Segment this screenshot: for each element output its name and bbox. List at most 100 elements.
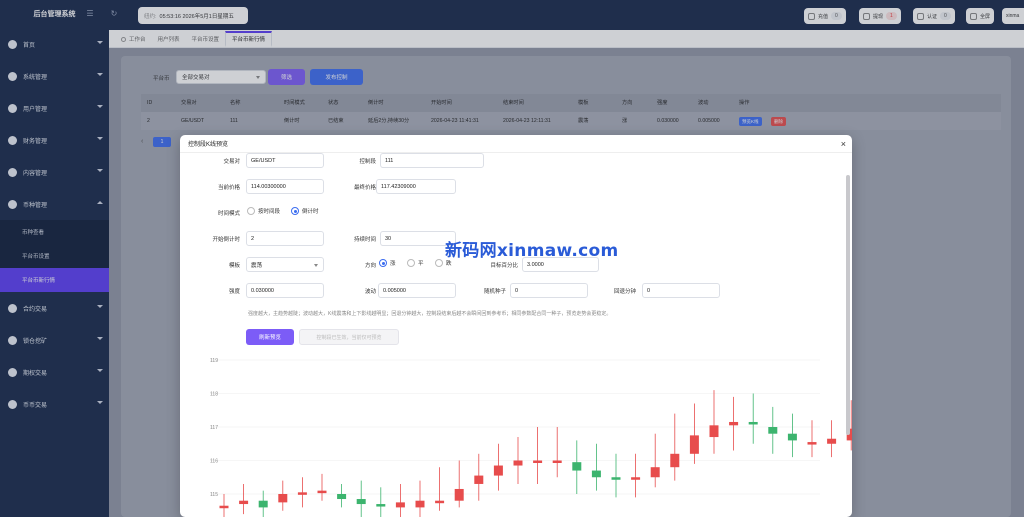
template-select[interactable]: 震荡: [246, 257, 324, 272]
menu-toggle-icon[interactable]: ☰: [85, 9, 95, 19]
direction-flat-radio[interactable]: 平: [407, 259, 424, 267]
cell-template: 震荡: [578, 118, 589, 124]
control-table: ID 交易对 名称 时间模式 状态 倒计时 开始时间 结束时间 模板 方向 强度…: [141, 94, 1001, 134]
current-price-field[interactable]: 114.00300000: [246, 179, 324, 194]
candle: [454, 460, 464, 508]
sidebar: 后台管理系统 首页 系统管理 用户管理 财务管理 内容管理 币种管理 币种查看 …: [0, 0, 109, 517]
tab-dashboard[interactable]: 工作台: [115, 31, 152, 47]
mode-by-period-radio[interactable]: 按时间段: [247, 207, 280, 215]
withdraw-label: 提现: [873, 13, 884, 20]
radio-icon: [247, 207, 255, 215]
random-seed-field[interactable]: 0: [510, 283, 588, 298]
sidebar-item-label: 内容管理: [23, 170, 48, 177]
radio-checked-icon: [379, 259, 387, 267]
pair-field[interactable]: GE/USDT: [246, 153, 324, 168]
cell-end-time: 2026-04-23 12:11:31: [503, 118, 551, 124]
cell-pair: GE/USDT: [181, 118, 205, 124]
withdraw-button[interactable]: 提现 1: [859, 8, 901, 24]
sidebar-item-home[interactable]: 首页: [0, 28, 109, 60]
delete-button[interactable]: 删除: [771, 117, 786, 126]
candle-body: [787, 433, 797, 441]
filter-button[interactable]: 筛选: [268, 69, 305, 85]
user-menu-button[interactable]: xinma: [1002, 8, 1024, 24]
sidebar-subitem-platform-settings[interactable]: 平台币设置: [0, 244, 109, 268]
candle: [395, 483, 405, 517]
wallet-icon: [8, 135, 17, 145]
lock-icon: [8, 335, 17, 345]
col-actions: 操作: [739, 100, 750, 106]
candle: [493, 443, 503, 491]
candle-body: [493, 465, 503, 476]
sidebar-item-system[interactable]: 系统管理: [0, 60, 109, 92]
tab-platform-settings[interactable]: 平台币设置: [186, 31, 226, 47]
candle-body: [631, 477, 641, 480]
close-icon[interactable]: ×: [841, 139, 846, 149]
cell-strength: 0.030000: [657, 118, 679, 124]
candle-body: [474, 475, 484, 484]
sidebar-subitem-coin-view[interactable]: 币种查看: [0, 220, 109, 244]
candle: [317, 473, 327, 501]
col-start-time: 开始时间: [431, 100, 452, 106]
candle-body: [650, 467, 660, 478]
cell-name: 111: [230, 118, 238, 124]
verify-button[interactable]: 认证 0: [913, 8, 955, 24]
strength-field[interactable]: 0.030000: [246, 283, 324, 298]
sidebar-item-content[interactable]: 内容管理: [0, 156, 109, 188]
candle: [670, 413, 680, 481]
candle: [337, 483, 347, 508]
control-name-field[interactable]: 111: [380, 153, 484, 168]
username-label: xinma: [1006, 13, 1020, 19]
col-name: 名称: [230, 100, 241, 106]
fullscreen-icon: [970, 12, 977, 20]
random-seed-label: 随机种子: [483, 289, 506, 295]
sidebar-item-coins[interactable]: 币种管理: [0, 188, 109, 220]
sidebar-item-contract[interactable]: 合约交易: [0, 292, 109, 324]
candle: [807, 420, 817, 458]
refresh-preview-button[interactable]: 刷新预览: [246, 329, 294, 345]
tab-new-market[interactable]: 平台币新行情: [225, 31, 273, 47]
recharge-label: 充值: [818, 13, 829, 20]
candle-body: [572, 462, 582, 471]
candle-body: [337, 494, 347, 500]
sidebar-item-options[interactable]: 期权交易: [0, 356, 109, 388]
pair-select[interactable]: 全部交易对: [176, 70, 266, 84]
return-minutes-label: 回退分钟: [613, 289, 636, 295]
candle: [474, 453, 484, 501]
candle-body: [807, 442, 817, 445]
sidebar-item-staking[interactable]: 锁仓挖矿: [0, 324, 109, 356]
recharge-button[interactable]: 充值 0: [804, 8, 846, 24]
final-price-field[interactable]: 117.42309000: [376, 179, 456, 194]
sidebar-item-users[interactable]: 用户管理: [0, 92, 109, 124]
candle-body: [709, 425, 719, 438]
prev-page-icon[interactable]: ‹: [141, 138, 143, 145]
fullscreen-label: 全屏: [980, 13, 991, 20]
sidebar-item-label: 期权交易: [23, 370, 48, 377]
final-price-label: 最终价格: [353, 185, 376, 191]
candle: [239, 483, 249, 515]
candle: [768, 406, 778, 454]
direction-up-radio[interactable]: 涨: [379, 259, 396, 267]
start-countdown-label: 开始倒计时: [212, 237, 240, 243]
page-1-button[interactable]: 1: [153, 137, 171, 147]
chevron-down-icon: [97, 401, 103, 404]
start-countdown-field[interactable]: 2: [246, 231, 324, 246]
wave-field[interactable]: 0.005000: [378, 283, 456, 298]
candle: [689, 403, 699, 464]
candle-body: [729, 421, 739, 426]
dialog-scrollbar[interactable]: [846, 175, 850, 435]
preview-kline-button[interactable]: 预览K线: [739, 117, 762, 126]
return-minutes-field[interactable]: 0: [642, 283, 720, 298]
chevron-down-icon: [97, 41, 103, 44]
candle-body: [552, 460, 562, 463]
fullscreen-button[interactable]: 全屏: [966, 8, 995, 24]
sidebar-item-spot[interactable]: 币币交易: [0, 388, 109, 420]
platform-coin-label: 平台币: [153, 76, 170, 82]
tab-user-list[interactable]: 用户列表: [152, 31, 186, 47]
publish-control-button[interactable]: 发布控制: [310, 69, 363, 85]
sidebar-subitem-new-market[interactable]: 平台币新行情: [0, 268, 109, 292]
mode-countdown-radio[interactable]: 倒计时: [291, 207, 319, 215]
candle: [572, 440, 582, 494]
chevron-down-icon: [97, 369, 103, 372]
sidebar-item-finance[interactable]: 财务管理: [0, 124, 109, 156]
refresh-icon[interactable]: ↻: [109, 9, 119, 19]
